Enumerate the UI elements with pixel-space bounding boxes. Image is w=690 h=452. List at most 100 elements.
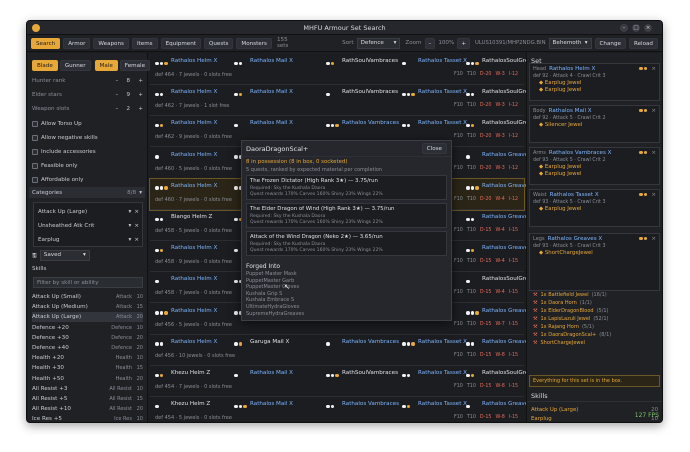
- piece-name[interactable]: Rathalos Vambraces X: [549, 150, 636, 156]
- chevron-down-icon[interactable]: ▾: [129, 223, 132, 229]
- zoom-in-button[interactable]: +: [457, 37, 470, 49]
- gunner-toggle[interactable]: Gunner: [59, 60, 91, 71]
- skill-row[interactable]: All Resist +3 All Resist 10: [32, 384, 143, 394]
- piece-name[interactable]: Rathalos Greaves X: [548, 236, 637, 242]
- piece-arms[interactable]: Rathalos Vambraces: [342, 401, 399, 407]
- material-row[interactable]: ⚒ 1x Battlefield Jewel (16/1): [533, 292, 656, 298]
- quest-card[interactable]: The Elder Dragon of Wind (High Rank 3★) …: [246, 203, 447, 228]
- set-piece-card[interactable]: Waist Rathalos Tasset X × def 93 · Attack 5…: [529, 189, 660, 227]
- piece-head[interactable]: Khezu Helm Z: [171, 401, 210, 407]
- quest-card[interactable]: The Frozen Dictator (High Rank 3★) — 3.7…: [246, 175, 447, 200]
- jewel[interactable]: ◆ Earplug Jewel: [533, 171, 656, 177]
- tab-armor[interactable]: Armor: [63, 37, 91, 49]
- forged-item[interactable]: Kushala Grip S: [246, 291, 447, 298]
- piece-body[interactable]: Rathalos Mail X: [250, 370, 293, 376]
- blade-toggle[interactable]: Blade: [32, 60, 58, 71]
- female-toggle[interactable]: Female: [119, 60, 151, 71]
- skill-row[interactable]: Attack Up (Large) Attack 20: [32, 312, 143, 323]
- set-row[interactable]: Khezu Helm Z Rathalos Mail X RathSoulVambr…: [150, 366, 538, 397]
- piece-arms[interactable]: Rathalos Vambraces: [342, 120, 399, 126]
- jewel[interactable]: ◆ Earplug Jewel: [533, 80, 656, 86]
- close-window-icon[interactable]: ×: [644, 24, 652, 32]
- jewel[interactable]: ◆ Earplug Jewel: [533, 164, 656, 170]
- jewel[interactable]: ◆ Silencer Jewel: [533, 122, 656, 128]
- checkbox-allow-torso-up[interactable]: Allow Torso Up: [32, 118, 143, 129]
- chosen-skill[interactable]: Unsheathed Atk Crit ▾ ×: [38, 220, 139, 231]
- remove-icon[interactable]: ×: [651, 66, 656, 72]
- piece-head[interactable]: Rathalos Helm X: [171, 276, 217, 282]
- jewel[interactable]: ◆ ShortChargeJewel: [533, 250, 656, 256]
- piece-body[interactable]: Rathalos Mail X: [250, 89, 293, 95]
- set-piece-card[interactable]: Head Rathalos Helm X × def 92 · Attack 4 · …: [529, 63, 660, 101]
- piece-waist[interactable]: Rathalos Tasset X: [418, 339, 467, 345]
- remove-icon[interactable]: ×: [134, 209, 139, 215]
- piece-waist[interactable]: Rathalos Tasset X: [418, 401, 467, 407]
- skill-row[interactable]: Defence +40 Defence 20: [32, 343, 143, 353]
- remove-icon[interactable]: ×: [134, 237, 139, 243]
- skill-row[interactable]: Health +20 Health 10: [32, 353, 143, 363]
- checkbox-affordable-only[interactable]: Affordable only: [32, 174, 143, 185]
- hunter-rank-minus[interactable]: –: [116, 78, 119, 84]
- skill-row[interactable]: All Resist +10 All Resist 20: [32, 404, 143, 414]
- jewel[interactable]: ◆ Earplug Jewel: [533, 206, 656, 212]
- piece-head[interactable]: Rathalos Helm X: [171, 308, 217, 314]
- remove-icon[interactable]: ×: [651, 150, 656, 156]
- weapon-slots-value[interactable]: 2: [121, 106, 135, 112]
- piece-body[interactable]: Rathalos Mail X: [250, 58, 293, 64]
- set-row[interactable]: Khezu Helm Z Rathalos Mail X Rathalos Vamb…: [150, 397, 537, 422]
- skill-row[interactable]: Health +30 Health 15: [32, 363, 143, 373]
- chosen-skill[interactable]: Attack Up (Large) ▾ ×: [38, 206, 139, 217]
- skill-filter-input[interactable]: Filter by skill or ability: [33, 277, 143, 288]
- material-row[interactable]: ⚒ 1x ElderDragonBlood (5/1): [533, 308, 656, 314]
- tab-items[interactable]: Items: [131, 37, 158, 49]
- elder-stars-plus[interactable]: +: [138, 92, 143, 98]
- elder-stars-value[interactable]: 9: [121, 92, 135, 98]
- checkbox-include-accessories[interactable]: Include accessories: [32, 146, 143, 157]
- piece-head[interactable]: Rathalos Helm X: [171, 152, 217, 158]
- checkbox-feasible-only[interactable]: Feasible only: [32, 160, 143, 171]
- piece-head[interactable]: Rathalos Helm X: [171, 339, 217, 345]
- piece-name[interactable]: Rathalos Tasset X: [550, 192, 637, 198]
- sort-select[interactable]: Defence ▾: [356, 37, 401, 49]
- change-button[interactable]: Change: [594, 37, 626, 49]
- piece-waist[interactable]: Rathalos Tasset X: [418, 120, 467, 126]
- piece-waist[interactable]: Rathalos Tasset X: [418, 89, 467, 95]
- tab-monsters[interactable]: Monsters: [236, 37, 272, 49]
- forged-item[interactable]: PuppetMaster Gloves: [246, 284, 447, 291]
- minimize-icon[interactable]: –: [620, 24, 628, 32]
- piece-body[interactable]: Rathalos Mail X: [250, 401, 293, 407]
- piece-arms[interactable]: RathSoulVambraces: [342, 89, 398, 95]
- quest-card[interactable]: Attack of the Wind Dragon (Neko 2★) — 3.…: [246, 231, 447, 256]
- skill-row[interactable]: Defence +20 Defence 10: [32, 323, 143, 333]
- forged-item[interactable]: UltimateHydraGloves: [246, 304, 447, 311]
- tab-search[interactable]: Search: [31, 37, 61, 49]
- set-row[interactable]: Rathalos Helm X Garuga Mail X Rathalos Vam…: [150, 335, 537, 366]
- hunter-rank-value[interactable]: 8: [121, 78, 135, 84]
- saved-select[interactable]: Saved ▾: [39, 250, 90, 261]
- set-piece-card[interactable]: Body Rathalos Mail X × def 92 · Attack 5 · …: [529, 105, 660, 143]
- skill-row[interactable]: Ice Res +5 Ice Res 10: [32, 414, 143, 422]
- piece-head[interactable]: Rathalos Helm X: [171, 183, 217, 189]
- skill-row[interactable]: Attack Up (Small) Attack 10: [32, 292, 143, 302]
- weapon-slots-plus[interactable]: +: [138, 106, 143, 112]
- piece-head[interactable]: Rathalos Helm X: [171, 120, 217, 126]
- modal-close-button[interactable]: Close: [421, 143, 447, 154]
- set-row[interactable]: Rathalos Helm X Rathalos Mail X RathSoulVa…: [150, 85, 538, 117]
- skill-row[interactable]: Defence +30 Defence 20: [32, 333, 143, 343]
- skill-row[interactable]: All Resist +5 All Resist 15: [32, 394, 143, 404]
- forged-item[interactable]: SupremeHydraGreaves: [246, 311, 447, 318]
- set-piece-card[interactable]: Legs Rathalos Greaves X × def 93 · Attack 5…: [529, 233, 660, 291]
- remove-icon[interactable]: ×: [651, 192, 656, 198]
- piece-arms[interactable]: RathSoulVambraces: [342, 58, 398, 64]
- tab-equipment[interactable]: Equipment: [160, 37, 201, 49]
- forged-item[interactable]: Puppet Master Mask: [246, 271, 447, 278]
- forged-item[interactable]: Kushala Embrace S: [246, 297, 447, 304]
- piece-head[interactable]: Rathalos Helm X: [171, 58, 217, 64]
- set-row[interactable]: Rathalos Helm X Rathalos Mail X RathSoulVa…: [150, 54, 538, 85]
- remove-icon[interactable]: ×: [651, 108, 656, 114]
- zoom-out-button[interactable]: –: [424, 37, 436, 49]
- skill-row[interactable]: Attack Up (Medium) Attack 15: [32, 302, 143, 312]
- forged-item[interactable]: PuppetMaster Garb: [246, 278, 447, 285]
- categories-header[interactable]: Categories 8/8 ▾: [29, 187, 145, 198]
- material-row[interactable]: ⚒ 1x DaoraDragonScal+ (8/1): [533, 332, 656, 338]
